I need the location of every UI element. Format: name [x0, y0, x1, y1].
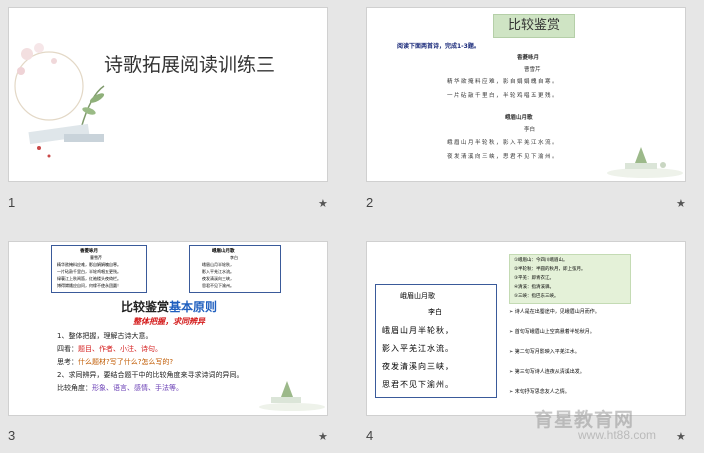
bullet-item: ➢ 第二句写月影映入平羌江水。 [509, 349, 580, 355]
poem-line: 思君不见下渝州。 [382, 380, 454, 389]
bullet-text: 第三句写诗人连夜从清溪出发。 [514, 369, 585, 375]
heading-part-b: 基本原则 [169, 300, 218, 314]
highlight: 题目、作者、小注、诗句。 [78, 345, 162, 353]
highlight: 形象、语言、感情、手法等。 [92, 384, 183, 392]
poem-title: 香菱咏月 [80, 249, 98, 254]
bullet-item: ➢ 末句抒写思念友人之情。 [509, 389, 570, 395]
poem-line: 思君不见下渝州。 [202, 283, 234, 288]
poem-line: 博得嫦娥应自问，何缘不使永团圆！ [57, 283, 121, 288]
subtitle: 整体把握，求同辨异 [133, 317, 205, 326]
bullet-text: 诗人是在出蜀途中，见峨眉山月而作。 [514, 309, 600, 315]
poem-box-left: 香菱咏月 曹雪芹 精华欲掩料应难，影自娟娟魄自寒。 一片砧敲千里白，半轮鸡唱五更… [51, 245, 147, 293]
landscape-decoration [607, 147, 683, 178]
poem-line: 影入平羌江水流。 [202, 269, 234, 274]
poem-line: 夜发清溪向三峡， [202, 276, 234, 281]
poem-line: 精华欲掩料应难，影自娟娟魄自寒。 [57, 262, 121, 267]
heading-part-a: 比较鉴赏 [121, 300, 170, 314]
poem-title: 峨眉山月歌 [400, 292, 435, 300]
paragraph-4: 2、求同辨异，要结合题干中的比较角度来寻求诗词的异同。 [57, 371, 244, 379]
poem-line: 一片砧敲千里白，半轮鸡唱五更残。 [57, 269, 121, 274]
star-icon[interactable]: ★ [676, 197, 686, 210]
poem-box: 峨眉山月歌 李白 峨眉山月半轮秋， 影入平羌江水流。 夜发清溪向三峡， 思君不见… [375, 284, 497, 398]
bullet-text: 末句抒写思念友人之情。 [514, 389, 570, 395]
star-icon[interactable]: ★ [318, 197, 328, 210]
poem-title: 峨眉山月歌 [212, 249, 235, 254]
bullet-item: ➢ 诗人是在出蜀途中，见峨眉山月而作。 [509, 309, 600, 315]
note-line: ①峨眉山：今四川峨眉山。 [514, 258, 568, 263]
instruction-text: 阅读下面两首诗，完成1-3题。 [397, 43, 480, 50]
poem-line: 峨眉山月半轮秋，影入平羌江水流。 [447, 140, 560, 146]
note-line: ②半轮秋：半圆的秋月，即上弦月。 [514, 267, 586, 272]
slide-thumbnail-3[interactable]: 香菱咏月 曹雪芹 精华欲掩料应难，影自娟娟魄自寒。 一片砧敲千里白，半轮鸡唱五更… [8, 241, 328, 416]
highlight: 什么题材?写了什么?怎么写的? [78, 358, 174, 366]
bullet-item: ➢ 第三句写诗人连夜从清溪出发。 [509, 369, 585, 375]
note-line: ③平羌：即青衣江。 [514, 276, 555, 281]
poem-author: 李白 [524, 127, 536, 133]
slide-thumbnail-4[interactable]: 峨眉山月歌 李白 峨眉山月半轮秋， 影入平羌江水流。 夜发清溪向三峡， 思君不见… [366, 241, 686, 416]
note-line: ⑤三峡：指巴东三峡。 [514, 294, 559, 299]
note-line: ④清溪：指清溪驿。 [514, 285, 555, 290]
star-icon[interactable]: ★ [676, 430, 686, 443]
poem-line: 夜发清溪向三峡， [382, 362, 454, 371]
poem-author: 李白 [428, 308, 442, 316]
poem-box-right: 峨眉山月歌 李白 峨眉山月半轮秋， 影入平羌江水流。 夜发清溪向三峡， 思君不见… [189, 245, 281, 293]
slide-thumbnail-2[interactable]: 比较鉴赏 阅读下面两首诗，完成1-3题。 香菱咏月 曹雪芹 精华欲掩料应难，影自… [366, 7, 686, 182]
poem-line: 影入平羌江水流。 [382, 344, 454, 353]
slide-title: 比较鉴赏 [493, 14, 575, 38]
watermark-url: www.ht88.com [578, 428, 657, 442]
slide-number: 2 [366, 195, 374, 210]
slide-title: 诗歌拓展阅读训练三 [104, 54, 276, 76]
poem-line: 峨眉山月半轮秋， [202, 262, 234, 267]
paragraph-1: 1、整体把握，理解古诗大意。 [57, 332, 153, 340]
poem-author: 曹雪芹 [90, 255, 102, 260]
star-icon[interactable]: ★ [318, 430, 328, 443]
section-heading: 比较鉴赏基本原则 [121, 298, 217, 315]
paragraph-5: 比较角度：形象、语言、感情、手法等。 [57, 383, 183, 393]
slide-number: 1 [8, 195, 16, 210]
bullet-text: 第二句写月影映入平羌江水。 [514, 349, 580, 355]
poem-line: 绿蓑江上秋闻笛，红袖楼头夜倚栏。 [57, 276, 121, 281]
paragraph-3: 思考：什么题材?写了什么?怎么写的? [57, 357, 173, 367]
slide-number: 4 [366, 428, 374, 443]
flower-decoration [14, 43, 105, 158]
landscape-decoration [259, 381, 325, 411]
slide-thumbnail-1[interactable]: 诗歌拓展阅读训练三 [8, 7, 328, 182]
poem-line: 精华欲掩料应难，影自娟娟魄自寒。 [447, 79, 560, 85]
poem-line: 峨眉山月半轮秋， [382, 326, 454, 335]
paragraph-2: 四看：题目、作者、小注、诗句。 [57, 344, 162, 354]
label: 思考： [57, 358, 78, 366]
poem-line: 夜发清溪向三峡，思君不见下渝州。 [447, 154, 560, 160]
label: 比较角度： [57, 384, 92, 392]
slide-number: 3 [8, 428, 16, 443]
notes-panel: ①峨眉山：今四川峨眉山。 ②半轮秋：半圆的秋月，即上弦月。 ③平羌：即青衣江。 … [509, 254, 631, 304]
bullet-item: ➢ 首句写峨眉山上空高悬着半轮秋月。 [509, 329, 595, 335]
poem-line: 一片砧敲千里白，半轮鸡唱五更残。 [447, 93, 560, 99]
bullet-text: 首句写峨眉山上空高悬着半轮秋月。 [514, 329, 595, 335]
poem-author: 李白 [230, 255, 238, 260]
label: 四看： [57, 345, 78, 353]
